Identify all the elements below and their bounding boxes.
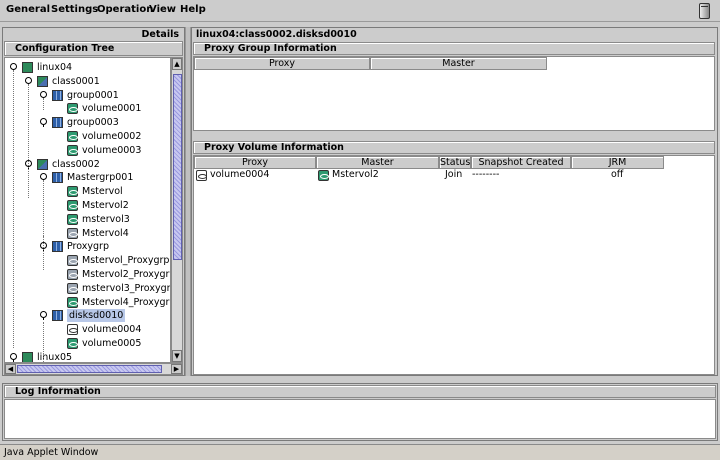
group-icon [52,117,63,129]
host-icon [22,62,33,73]
proxy-group-title: Proxy Group Information [193,42,715,55]
configuration-tree-title: Configuration Tree [4,41,183,56]
group-icon [52,241,63,253]
configuration-tree[interactable]: linux04 class0001 group0001 volume0001 group… [4,57,171,363]
row-proxy-value: volume0004 [210,169,270,180]
tree-node-label: Mastergrp001 [67,172,134,184]
tree-node-label: group0001 [67,89,119,101]
volume-gray-icon [67,269,78,280]
tree-horizontal-scrollbar[interactable]: ◀ ▶ [4,363,183,375]
class-icon [37,158,48,170]
menu-operation[interactable]: Operation [97,4,153,15]
menu-help[interactable]: Help [180,4,206,15]
tree-node-label: class0001 [52,75,100,87]
proxy-group-column-master[interactable]: Master [370,57,547,70]
tree-node-label: disksd0010 [67,309,126,323]
proxy-volume-column-jrm[interactable]: JRM [571,156,664,169]
tree-node-label: volume0004 [82,324,142,336]
group-icon [52,172,63,184]
proxy-volume-title: Proxy Volume Information [193,141,715,154]
volume-icon [67,200,78,211]
row-status-value: Join [445,169,463,180]
expand-toggle-icon[interactable] [39,118,48,128]
table-row[interactable]: volume0004 Mstervol2 Join -------- off [194,169,664,182]
proxy-volume-column-master[interactable]: Master [316,156,439,169]
volume-icon [67,186,78,198]
proxy-group-table[interactable]: Proxy Master [193,56,715,131]
volume-icon [67,103,78,115]
volume-icon [318,170,329,181]
row-jrm-value: off [611,169,624,180]
trash-icon[interactable] [699,3,710,19]
expand-toggle-icon[interactable] [9,352,18,362]
tree-node-label: linux04 [37,62,73,73]
tree-node-label: mstervol3_Proxygrp [82,282,171,294]
volume-icon [67,213,78,225]
details-label[interactable]: Details [4,28,183,41]
tree-connector-line [28,84,29,198]
tree-node-label: Mstervol2 [82,200,129,211]
expand-toggle-icon[interactable] [39,311,48,321]
scroll-left-icon[interactable]: ◀ [5,364,16,374]
vertical-scroll-thumb[interactable] [173,74,182,260]
row-snapshot-value: -------- [472,169,500,180]
menu-settings[interactable]: Settings [51,4,98,15]
tree-node-label: Mstervol [82,186,123,198]
class-icon [37,75,48,87]
log-information-title: Log Information [4,385,716,398]
row-master-value: Mstervol2 [332,169,379,180]
tree-connector-line [43,322,44,362]
tree-node-label: volume0002 [82,131,142,142]
tree-node-label: Mstervol4 [82,227,129,239]
menu-bar: General Settings Operation View Help [0,0,720,22]
tree-vertical-scrollbar[interactable]: ▲ ▼ [171,57,183,363]
proxy-volume-column-proxy[interactable]: Proxy [194,156,316,169]
proxy-volume-column-status[interactable]: Status [439,156,471,169]
volume-gray-icon [67,255,78,267]
tree-connector-line [13,70,14,348]
tree-node-label: volume0003 [82,144,142,156]
volume-icon [67,131,78,142]
group-icon [52,310,63,322]
tree-node-label: Mstervol4_Proxygrp [82,296,171,308]
group-icon [52,89,63,101]
host-icon [22,351,33,362]
tree-node-label: Mstervol2_Proxygrp [82,269,171,280]
tree-node-label: volume0005 [82,338,142,349]
volume-icon [67,144,78,156]
menu-general[interactable]: General [6,4,50,15]
volume-icon [67,296,78,308]
volume-icon [196,170,207,181]
proxy-group-column-proxy[interactable]: Proxy [194,57,370,70]
tree-connector-line [43,98,44,110]
selected-path-title: linux04:class0002.disksd0010 [196,29,357,40]
tree-node-label: Mstervol_Proxygrp [82,255,170,267]
scroll-up-icon[interactable]: ▲ [172,58,182,70]
scroll-right-icon[interactable]: ▶ [171,364,182,374]
log-text-area[interactable] [4,399,716,439]
menu-view[interactable]: View [149,4,176,15]
tree-node-label: mstervol3 [82,213,130,225]
status-bar: Java Applet Window [0,444,720,460]
tree-connector-line [43,236,44,270]
horizontal-scroll-thumb[interactable] [17,365,162,373]
volume-icon [67,338,78,349]
proxy-volume-table[interactable]: Proxy Master Status Snapshot Created JRM… [193,155,715,375]
tree-node-label: group0003 [67,117,119,129]
volume-gray-icon [67,282,78,294]
tree-node-label: volume0001 [82,103,142,115]
scroll-down-icon[interactable]: ▼ [172,350,182,362]
volume-gray-icon [67,227,78,239]
tree-node-label: class0002 [52,158,100,170]
tree-node-label: Proxygrp [67,241,109,253]
volume-white-icon [67,324,78,336]
proxy-volume-column-snapshot[interactable]: Snapshot Created [471,156,571,169]
